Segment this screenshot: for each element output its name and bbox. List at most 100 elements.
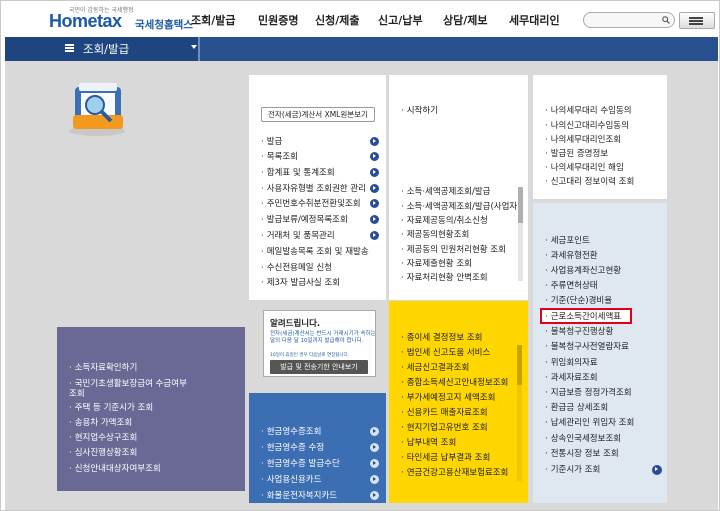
- panel-tax-agent: 나의세무대리 수임동의 나의신고대리수임동의 나의세무대리인조회 발급된 증명정…: [533, 75, 667, 199]
- nav-tax-agent[interactable]: 세무대리인: [509, 12, 560, 28]
- menu-item[interactable]: 불복청구진행상황: [545, 327, 614, 337]
- menu-item[interactable]: 송용차 가액조회: [69, 418, 132, 428]
- menu-item[interactable]: 제공동의현황조회: [401, 230, 470, 240]
- deadline-guide-button[interactable]: 발급 및 전송기한 안내보기: [270, 360, 368, 374]
- nav-certificate[interactable]: 민원증명: [258, 12, 298, 28]
- menu-item[interactable]: 사업용신용카드: [261, 475, 322, 485]
- arrow-right-icon[interactable]: [370, 199, 379, 208]
- menu-item[interactable]: 환급금 상세조회: [545, 403, 608, 413]
- arrow-right-icon[interactable]: [370, 184, 379, 193]
- menu-item[interactable]: 자료제출현황 조회: [401, 259, 472, 269]
- menu-item[interactable]: 납부내역 조회: [401, 438, 457, 448]
- menu-item[interactable]: 나의세무대리 수임동의: [545, 106, 632, 116]
- notice-text: 전자(세금)계산서는 반드시 거래시기가 속하는 달의 다음 달 10일까지 발…: [270, 331, 376, 344]
- notice-box: 알려드립니다. 전자(세금)계산서는 반드시 거래시기가 속하는 달의 다음 달…: [263, 310, 376, 377]
- arrow-right-icon[interactable]: [370, 137, 379, 146]
- arrow-right-icon[interactable]: [370, 443, 379, 452]
- menu-item[interactable]: 소득·세액공제조회/발급(사업자): [401, 202, 521, 212]
- menu-item[interactable]: 신청안내대상자여부조회: [69, 464, 161, 474]
- collapse-icon[interactable]: [652, 465, 662, 475]
- menu-item[interactable]: 현지업수상구조회: [69, 433, 138, 443]
- arrow-right-icon[interactable]: [370, 459, 379, 468]
- hamburger-icon[interactable]: [65, 44, 74, 46]
- search-input[interactable]: [583, 12, 675, 28]
- menu-item[interactable]: 세금포인트: [545, 236, 590, 246]
- menu-item[interactable]: 과세유형전환: [545, 251, 598, 261]
- menu-item[interactable]: 불복청구사전열람자료: [545, 342, 629, 352]
- scrollbar[interactable]: [518, 187, 523, 281]
- menu-item[interactable]: 사업용계좌신고현황: [545, 266, 621, 276]
- site-header: 국민이 감동하는 국세행정 Hometax 국세청홈택스 조회/발급 민원증명 …: [1, 1, 719, 37]
- menu-item[interactable]: 사용자유형별 조회권한 관리: [261, 184, 366, 194]
- menu-item[interactable]: 종합소득세신고안내정보조회: [401, 378, 509, 388]
- current-menu-title: 조회/발급: [83, 42, 130, 56]
- menu-item[interactable]: 전통시장 정보 조회: [545, 449, 619, 459]
- nav-lookup-issue[interactable]: 조회/발급: [191, 12, 236, 28]
- menu-item[interactable]: 제공동의 민원처리현황 조회: [401, 245, 506, 255]
- menu-item[interactable]: 자료제공동의/취소신청: [401, 216, 488, 226]
- arrow-right-icon[interactable]: [370, 168, 379, 177]
- menu-item[interactable]: 목록조회: [261, 152, 298, 162]
- menu-item[interactable]: 제3자 발급사실 조회: [261, 278, 340, 288]
- menu-item[interactable]: 기준시가 조회: [545, 465, 601, 475]
- menu-item[interactable]: 합계표 및 통계조회: [261, 168, 335, 178]
- menu-item[interactable]: 과세자료조회: [545, 373, 598, 383]
- menu-item[interactable]: 자료처리현황 안벽조회: [401, 273, 488, 283]
- xml-view-toggle[interactable]: 전자(세금)계산서 XML원본보기: [261, 107, 375, 122]
- caret-down-icon[interactable]: [191, 45, 197, 49]
- menu-item[interactable]: 거래처 및 품목관리: [261, 231, 335, 241]
- menu-item[interactable]: 발급된 증명정보: [545, 149, 608, 159]
- menu-item[interactable]: 종이세 결정정보 조회: [401, 333, 483, 343]
- menu-item[interactable]: 소득자료확인하기: [69, 363, 138, 373]
- arrow-right-icon[interactable]: [370, 491, 379, 500]
- menu-item[interactable]: 현금영수증 발급수단: [261, 459, 340, 469]
- arrow-right-icon[interactable]: [370, 231, 379, 240]
- menu-item[interactable]: 소득·세액공제조회/발급: [401, 187, 491, 197]
- menu-item[interactable]: 발급: [261, 137, 283, 147]
- logo-brand: Hometax: [49, 11, 122, 31]
- menu-item[interactable]: 위임회의자료: [545, 358, 598, 368]
- menu-item[interactable]: 부가세예정고지 세액조회: [401, 393, 496, 403]
- menu-item[interactable]: 타인세금 납부결과 조회: [401, 453, 491, 463]
- nav-consult-report[interactable]: 상담/제보: [443, 12, 488, 28]
- menu-item[interactable]: 상속인국세정보조회: [545, 434, 621, 444]
- menu-item[interactable]: 나의세무대리인조회: [545, 135, 621, 145]
- menu-item[interactable]: 신고대리 정보이력 조회: [545, 177, 635, 187]
- menu-item[interactable]: 메일발송목록 조회 및 재발송: [261, 247, 369, 257]
- menu-item[interactable]: 화물운전자복지카드: [261, 491, 337, 501]
- arrow-right-icon[interactable]: [370, 475, 379, 484]
- all-menu-button[interactable]: [679, 12, 715, 29]
- menu-item[interactable]: 납세관리인 위임자 조회: [545, 418, 635, 428]
- menu-item[interactable]: 국민기초생활보장급여 수급여부 조회: [69, 379, 189, 399]
- menu-item[interactable]: 나의세무대리인 해임: [545, 163, 624, 173]
- menu-item[interactable]: 현금영수증조회: [261, 427, 322, 437]
- menu-item[interactable]: 수신전용메일 신청: [261, 263, 332, 273]
- menu-item[interactable]: 현금영수증 수정: [261, 443, 324, 453]
- notice-title: 알려드립니다.: [270, 319, 321, 329]
- search-icon[interactable]: [662, 16, 670, 24]
- menu-item[interactable]: 발급보류/예정목록조회: [261, 215, 348, 225]
- menu-item[interactable]: 현지기업고유번호 조회: [401, 423, 488, 433]
- menu-item[interactable]: 지급보증 정정가격조회: [545, 388, 632, 398]
- menu-item[interactable]: 신용카드 매출자료조회: [401, 408, 488, 418]
- menu-item[interactable]: 주류면허상태: [545, 281, 598, 291]
- nav-apply-submit[interactable]: 신청/제출: [315, 12, 360, 28]
- menu-item[interactable]: 연금건강고용산재보험료조회: [401, 468, 509, 478]
- menu-item[interactable]: 법인세 신고도움 서비스: [401, 348, 491, 358]
- scrollbar[interactable]: [517, 345, 522, 481]
- menu-item[interactable]: 주민번호수취분전환및조회: [261, 199, 361, 209]
- menu-selector[interactable]: 조회/발급: [5, 37, 200, 61]
- arrow-right-icon[interactable]: [370, 427, 379, 436]
- menu-item[interactable]: 기준(단순)경비율: [545, 296, 612, 306]
- hometax-logo[interactable]: 국민이 감동하는 국세행정 Hometax 국세청홈택스: [49, 5, 193, 35]
- arrow-right-icon[interactable]: [370, 152, 379, 161]
- nav-report-pay[interactable]: 신고/납부: [378, 12, 423, 28]
- menu-item[interactable]: 세금신고결과조회: [401, 363, 470, 373]
- menu-item[interactable]: 주택 등 기준시가 조회: [69, 403, 154, 413]
- start-link[interactable]: 시작하기: [401, 106, 438, 116]
- menu-item[interactable]: 심사진행상황조회: [69, 448, 138, 458]
- arrow-right-icon[interactable]: [370, 215, 379, 224]
- menu-item-highlighted[interactable]: 근로소득간이세액표: [545, 312, 621, 322]
- menu-item[interactable]: 나의신고대리수임동의: [545, 121, 629, 131]
- panel-other-lookup: 세금포인트 과세유형전환 사업용계좌신고현황 주류면허상태 기준(단순)경비율 …: [533, 203, 667, 503]
